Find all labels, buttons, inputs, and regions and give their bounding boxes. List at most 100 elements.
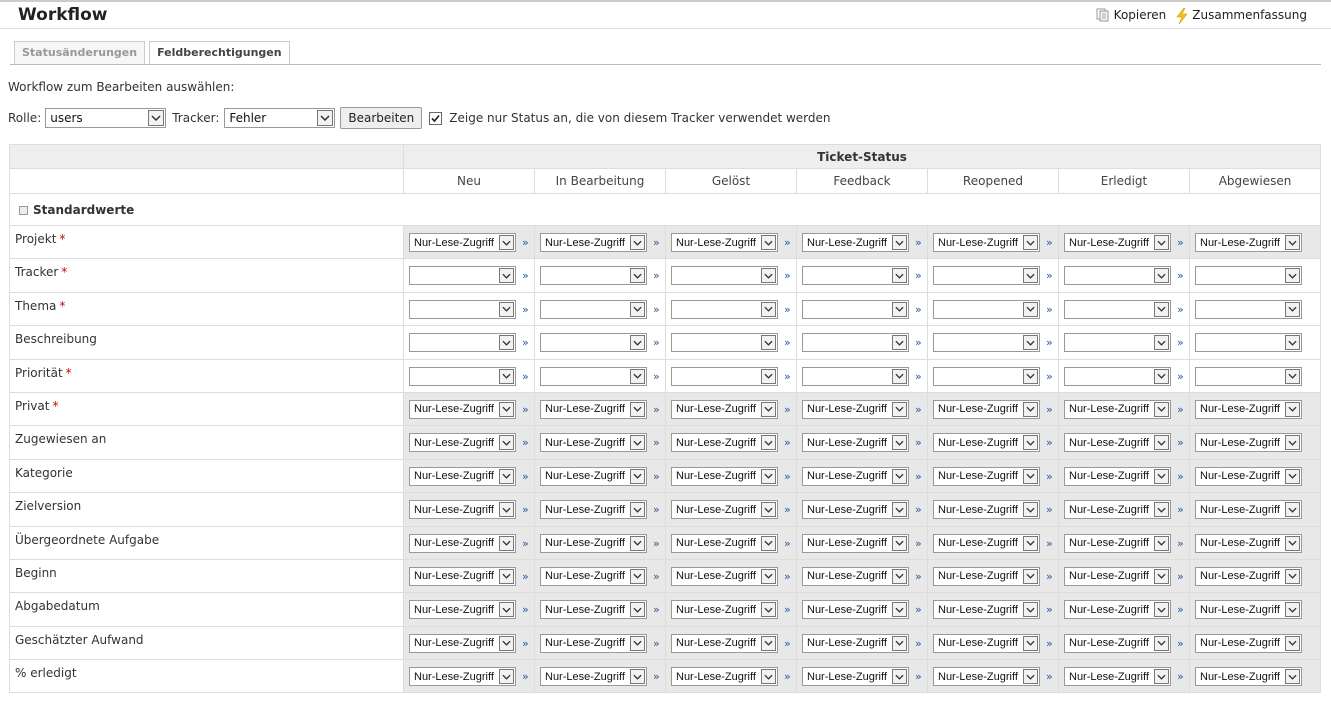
permission-select[interactable]: Nur-Lese-Zugriff	[802, 233, 909, 252]
permission-select[interactable]: Nur-Lese-Zugriff	[802, 466, 909, 486]
copy-right-link[interactable]: »	[522, 537, 529, 550]
permission-select[interactable]	[1195, 333, 1302, 353]
permission-select[interactable]: Nur-Lese-Zugriff	[1195, 633, 1302, 653]
permission-select[interactable]: Nur-Lese-Zugriff	[933, 433, 1040, 453]
permission-select[interactable]	[540, 333, 647, 353]
copy-right-link[interactable]: »	[522, 470, 529, 483]
permission-select[interactable]: Nur-Lese-Zugriff	[802, 667, 909, 687]
copy-right-link[interactable]: »	[784, 269, 791, 282]
copy-right-link[interactable]: »	[653, 236, 660, 249]
copy-right-link[interactable]: »	[784, 236, 791, 249]
permission-select[interactable]: Nur-Lese-Zugriff	[409, 600, 516, 620]
permission-select[interactable]: Nur-Lese-Zugriff	[933, 566, 1040, 586]
copy-right-link[interactable]: »	[1046, 236, 1053, 249]
copy-right-link[interactable]: »	[1177, 336, 1184, 349]
permission-select[interactable]	[802, 299, 909, 319]
permission-select[interactable]: Nur-Lese-Zugriff	[409, 433, 516, 453]
tab-status-transitions[interactable]: Statusänderungen	[14, 41, 146, 64]
permission-select[interactable]: Nur-Lese-Zugriff	[540, 600, 647, 620]
permission-select[interactable]: Nur-Lese-Zugriff	[1195, 667, 1302, 687]
permission-select[interactable]: Nur-Lese-Zugriff	[802, 600, 909, 620]
permission-select[interactable]: Nur-Lese-Zugriff	[671, 233, 778, 252]
copy-right-link[interactable]: »	[784, 570, 791, 583]
permission-select[interactable]	[671, 333, 778, 353]
permission-select[interactable]: Nur-Lese-Zugriff	[409, 399, 516, 419]
permission-select[interactable]: Nur-Lese-Zugriff	[409, 500, 516, 520]
copy-right-link[interactable]: »	[522, 236, 529, 249]
copy-right-link[interactable]: »	[915, 670, 922, 683]
copy-right-link[interactable]: »	[653, 269, 660, 282]
copy-right-link[interactable]: »	[1046, 637, 1053, 650]
permission-select[interactable]: Nur-Lese-Zugriff	[802, 500, 909, 520]
copy-right-link[interactable]: »	[653, 336, 660, 349]
permission-select[interactable]: Nur-Lese-Zugriff	[933, 600, 1040, 620]
copy-right-link[interactable]: »	[653, 303, 660, 316]
copy-right-link[interactable]: »	[1046, 603, 1053, 616]
permission-select[interactable]: Nur-Lese-Zugriff	[671, 500, 778, 520]
permission-select[interactable]: Nur-Lese-Zugriff	[671, 633, 778, 653]
copy-right-link[interactable]: »	[784, 436, 791, 449]
copy-right-link[interactable]: »	[1177, 236, 1184, 249]
permission-select[interactable]: Nur-Lese-Zugriff	[933, 533, 1040, 553]
copy-right-link[interactable]: »	[1177, 503, 1184, 516]
permission-select[interactable]	[802, 333, 909, 353]
collapse-toggle-icon[interactable]	[19, 205, 28, 215]
copy-right-link[interactable]: »	[1177, 403, 1184, 416]
copy-right-link[interactable]: »	[1177, 537, 1184, 550]
permission-select[interactable]: Nur-Lese-Zugriff	[540, 399, 647, 419]
copy-right-link[interactable]: »	[1046, 303, 1053, 316]
copy-right-link[interactable]: »	[1177, 570, 1184, 583]
permission-select[interactable]: Nur-Lese-Zugriff	[802, 399, 909, 419]
copy-right-link[interactable]: »	[653, 537, 660, 550]
permission-select[interactable]: Nur-Lese-Zugriff	[1064, 500, 1171, 520]
permission-select[interactable]: Nur-Lese-Zugriff	[1064, 566, 1171, 586]
permission-select[interactable]: Nur-Lese-Zugriff	[1195, 600, 1302, 620]
copy-right-link[interactable]: »	[1046, 403, 1053, 416]
permission-select[interactable]: Nur-Lese-Zugriff	[409, 466, 516, 486]
copy-right-link[interactable]: »	[653, 570, 660, 583]
permission-select[interactable]: Nur-Lese-Zugriff	[1064, 433, 1171, 453]
copy-right-link[interactable]: »	[784, 303, 791, 316]
permission-select[interactable]: Nur-Lese-Zugriff	[1064, 633, 1171, 653]
permission-select[interactable]	[1195, 299, 1302, 319]
permission-select[interactable]: Nur-Lese-Zugriff	[540, 466, 647, 486]
permission-select[interactable]	[671, 366, 778, 386]
copy-right-link[interactable]: »	[653, 436, 660, 449]
copy-right-link[interactable]: »	[1046, 537, 1053, 550]
permission-select[interactable]	[933, 333, 1040, 353]
permission-select[interactable]: Nur-Lese-Zugriff	[1195, 399, 1302, 419]
permission-select[interactable]: Nur-Lese-Zugriff	[409, 233, 516, 252]
permission-select[interactable]	[671, 266, 778, 286]
permission-select[interactable]: Nur-Lese-Zugriff	[1064, 399, 1171, 419]
permission-select[interactable]: Nur-Lese-Zugriff	[1195, 233, 1302, 252]
copy-right-link[interactable]: »	[1046, 269, 1053, 282]
copy-right-link[interactable]: »	[1177, 436, 1184, 449]
permission-select[interactable]: Nur-Lese-Zugriff	[671, 399, 778, 419]
copy-right-link[interactable]: »	[653, 603, 660, 616]
permission-select[interactable]: Nur-Lese-Zugriff	[540, 500, 647, 520]
copy-right-link[interactable]: »	[522, 336, 529, 349]
permission-select[interactable]: Nur-Lese-Zugriff	[1064, 533, 1171, 553]
permission-select[interactable]: Nur-Lese-Zugriff	[1064, 466, 1171, 486]
copy-right-link[interactable]: »	[1046, 503, 1053, 516]
permission-select[interactable]: Nur-Lese-Zugriff	[540, 667, 647, 687]
permission-select[interactable]	[409, 333, 516, 353]
permission-select[interactable]: Nur-Lese-Zugriff	[1195, 533, 1302, 553]
permission-select[interactable]	[1195, 366, 1302, 386]
permission-select[interactable]: Nur-Lese-Zugriff	[802, 633, 909, 653]
copy-right-link[interactable]: »	[915, 637, 922, 650]
permission-select[interactable]	[933, 299, 1040, 319]
permission-select[interactable]: Nur-Lese-Zugriff	[671, 667, 778, 687]
copy-right-link[interactable]: »	[784, 370, 791, 383]
copy-right-link[interactable]: »	[522, 370, 529, 383]
copy-right-link[interactable]: »	[1177, 370, 1184, 383]
only-used-statuses-checkbox[interactable]	[429, 111, 443, 125]
role-select[interactable]: users	[45, 108, 167, 128]
permission-select[interactable]: Nur-Lese-Zugriff	[409, 633, 516, 653]
permission-select[interactable]	[540, 266, 647, 286]
copy-right-link[interactable]: »	[784, 470, 791, 483]
permission-select[interactable]: Nur-Lese-Zugriff	[671, 533, 778, 553]
permission-select[interactable]	[409, 366, 516, 386]
copy-right-link[interactable]: »	[784, 503, 791, 516]
copy-right-link[interactable]: »	[915, 269, 922, 282]
